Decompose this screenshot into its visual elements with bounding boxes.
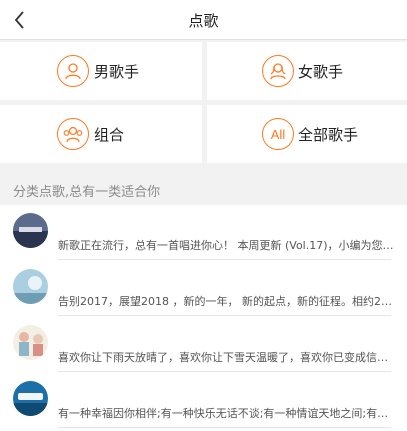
list-item[interactable]: 告别2017，展望2018 ，新的一年， 新的起点，新的征程。相约2018… <box>0 261 407 316</box>
playlist-list: 新歌正在流行，总有一首唱进你心！ 本周更新 (Vol.17)，小编为您… 告别2… <box>0 205 407 431</box>
page-title: 点歌 <box>188 12 219 30</box>
category-label: 组合 <box>94 126 125 144</box>
category-label: 女歌手 <box>298 63 344 81</box>
female-singer-icon <box>262 55 294 87</box>
divider <box>58 315 391 316</box>
category-male-singer[interactable]: 男歌手 <box>0 42 202 100</box>
playlist-description: 告别2017，展望2018 ，新的一年， 新的起点，新的征程。相约2018… <box>58 295 394 308</box>
category-label: 男歌手 <box>94 63 140 81</box>
list-item[interactable]: 有一种幸福因你相伴;有一种快乐无话不谈;有一种情谊天地之间;有一… <box>0 373 407 428</box>
all-icon: All <box>262 118 294 150</box>
playlist-description: 喜欢你让下雨天放晴了，喜欢你让下雪天温暖了，喜欢你已变成信仰… <box>58 351 394 364</box>
divider <box>58 259 391 260</box>
playlist-cover <box>13 381 48 416</box>
divider <box>58 371 391 372</box>
playlist-cover <box>13 269 48 304</box>
playlist-description: 新歌正在流行，总有一首唱进你心！ 本周更新 (Vol.17)，小编为您… <box>58 239 394 252</box>
category-all-singers[interactable]: All 全部歌手 <box>207 105 407 163</box>
male-singer-icon <box>57 55 89 87</box>
playlist-description: 有一种幸福因你相伴;有一种快乐无话不谈;有一种情谊天地之间;有一… <box>58 407 394 420</box>
top-bar: 点歌 <box>0 0 407 40</box>
list-item[interactable]: 新歌正在流行，总有一首唱进你心！ 本周更新 (Vol.17)，小编为您… <box>0 205 407 260</box>
category-label: 全部歌手 <box>298 126 359 144</box>
list-item[interactable]: 喜欢你让下雨天放晴了，喜欢你让下雪天温暖了，喜欢你已变成信仰… <box>0 317 407 372</box>
divider <box>58 427 391 428</box>
category-group[interactable]: 组合 <box>0 105 202 163</box>
section-title: 分类点歌,总有一类适合你 <box>13 185 161 200</box>
category-female-singer[interactable]: 女歌手 <box>207 42 407 100</box>
playlist-cover <box>13 213 48 248</box>
group-icon <box>57 118 89 150</box>
playlist-cover <box>13 325 48 360</box>
